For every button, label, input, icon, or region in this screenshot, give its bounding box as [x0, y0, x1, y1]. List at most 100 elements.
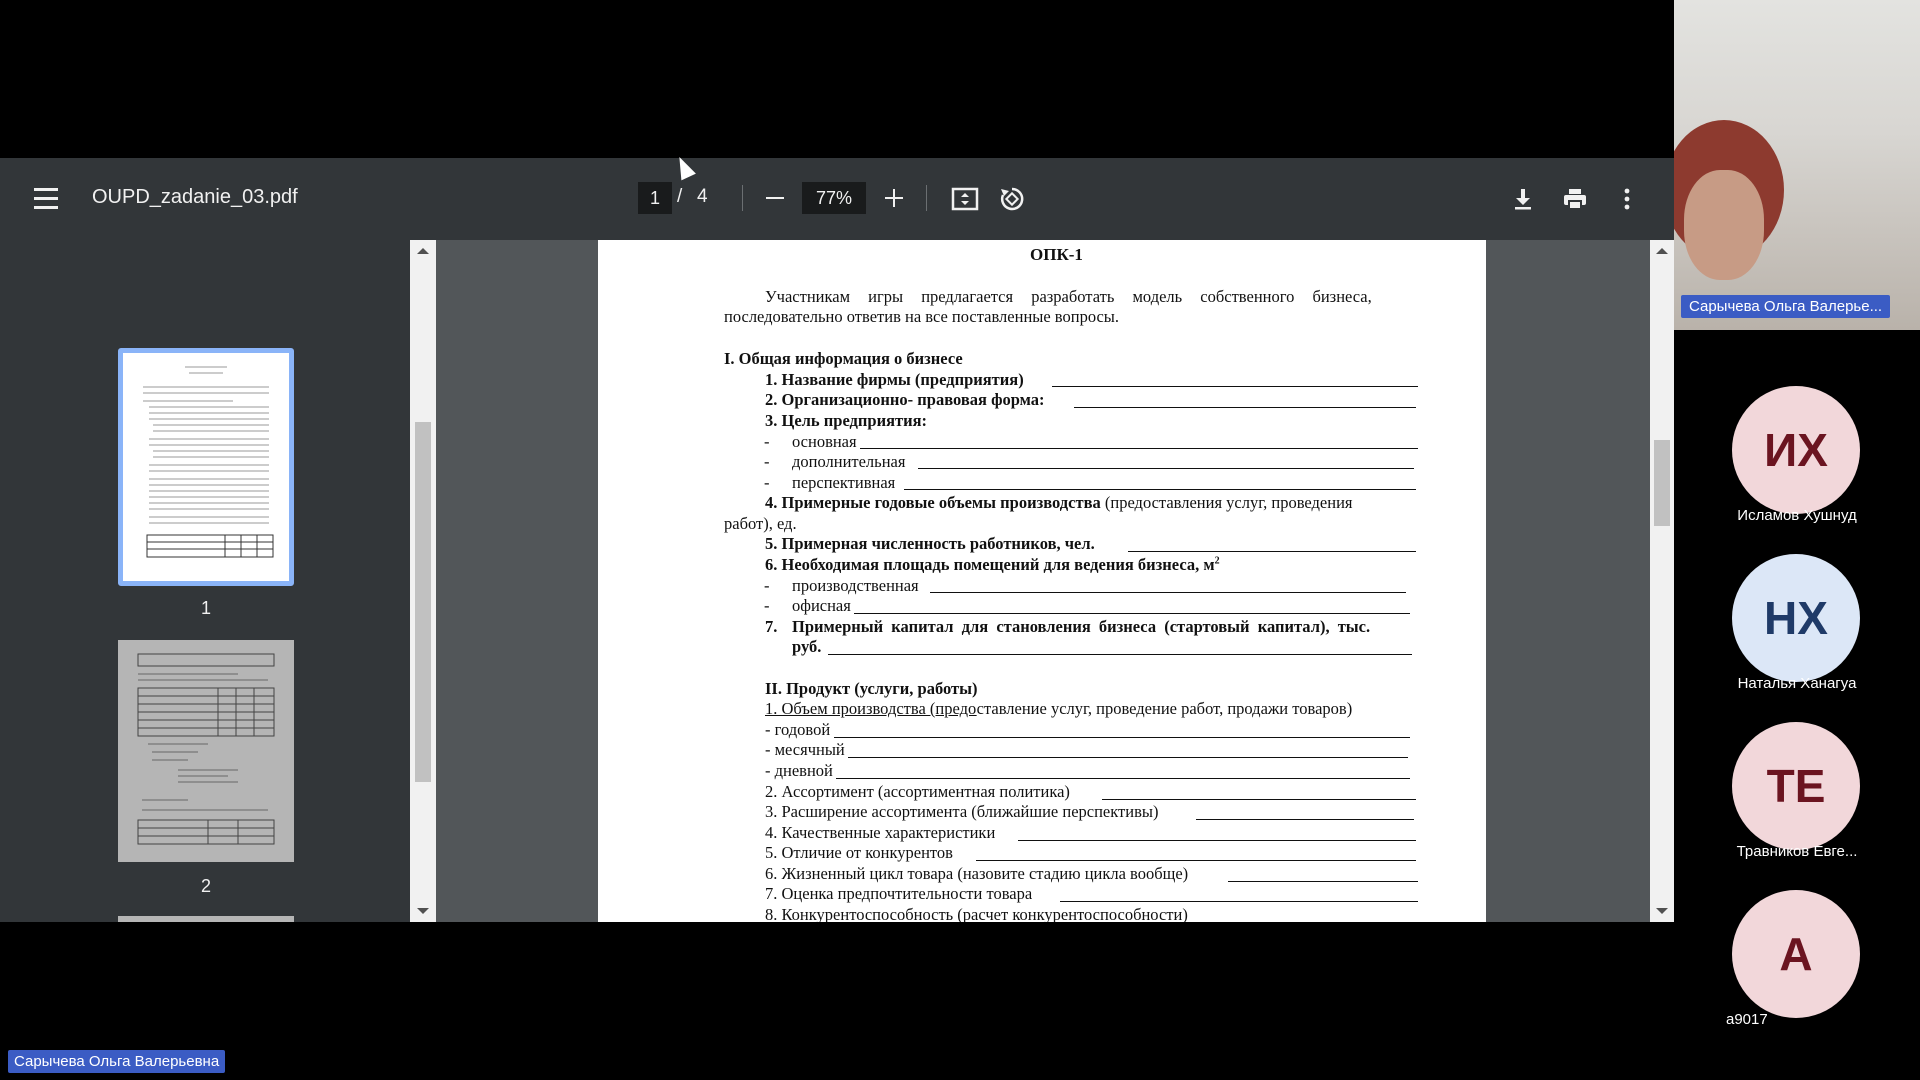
thumbnail-page-1-preview [123, 353, 289, 581]
answer-line [836, 778, 1410, 779]
item-1-5: 5. Примерная численность работников, чел… [765, 534, 1095, 553]
item-2-2: 2. Ассортимент (ассортиментная политика) [765, 782, 1070, 801]
zoom-out-button[interactable] [757, 180, 793, 216]
dash: - [764, 432, 770, 451]
menu-icon[interactable] [28, 180, 64, 216]
scroll-down-arrow-icon[interactable] [1656, 908, 1668, 914]
item-2-4: 4. Качественные характеристики [765, 823, 996, 842]
minus-icon [766, 197, 784, 199]
active-speaker-label: Сарычева Ольга Валерьевна [8, 1050, 226, 1073]
thumbnail-page-2-preview [118, 640, 294, 862]
item-2-1-underlined: 1. Объем производства (предо [765, 699, 977, 718]
scroll-up-arrow-icon[interactable] [1656, 248, 1668, 254]
item-1-6a: производственная [792, 576, 919, 595]
answer-line [1052, 386, 1418, 387]
answer-line [854, 613, 1410, 614]
dash: - [764, 576, 770, 595]
participant-avatar[interactable]: ИХ [1732, 386, 1860, 514]
dash: - [764, 473, 770, 492]
thumbnail-page-3[interactable] [118, 916, 294, 922]
document-heading: ОПК-1 [1030, 245, 1083, 264]
item-1-4-bold: 4. Примерные годовые объемы производства [765, 493, 1101, 512]
answer-line [834, 737, 1410, 738]
sidebar-scrollbar-thumb[interactable] [415, 422, 431, 782]
item-1-3a: основная [792, 432, 857, 451]
camera-name-label: Сарычева Ольга Валерье... [1681, 295, 1891, 318]
toolbar-divider [926, 185, 927, 211]
rotate-button[interactable] [993, 180, 1031, 218]
page-separator: / [677, 186, 683, 207]
item-1-6b: офисная [792, 596, 851, 615]
plus-icon [885, 189, 903, 207]
item-2-3: 3. Расширение ассортимента (ближайшие пе… [765, 802, 1159, 821]
item-1-7a: Примерный капитал для становления бизнес… [792, 617, 1371, 636]
scroll-down-arrow-icon[interactable] [417, 908, 429, 914]
thumbnail-page-1[interactable] [118, 348, 294, 586]
answer-line [930, 592, 1406, 593]
answer-line [1018, 840, 1416, 841]
item-1-6: 6. Необходимая площадь помещений для вед… [765, 555, 1220, 575]
kebab-dots [1624, 188, 1630, 210]
answer-line [1228, 881, 1418, 882]
camera-video-tile[interactable] [1674, 0, 1920, 330]
print-button[interactable] [1556, 180, 1594, 218]
pdf-page: ОПК-1 Участникам игры предлагается разра… [598, 240, 1486, 922]
answer-line [1060, 901, 1418, 902]
answer-line [1196, 819, 1414, 820]
toolbar-divider [742, 185, 743, 211]
item-2-1a: - годовой [765, 720, 831, 739]
thumbnail-label-2: 2 [200, 876, 211, 896]
fit-to-page-button[interactable] [946, 180, 984, 218]
more-options-icon[interactable] [1608, 180, 1646, 218]
item-1-4: 4. Примерные годовые объемы производства… [765, 493, 1353, 513]
item-2-6: 6. Жизненный цикл товара (назовите стади… [765, 864, 1189, 883]
answer-line [1102, 799, 1416, 800]
thumbnail-sidebar: 1 2 [0, 240, 412, 922]
item-2-7: 7. Оценка предпочтительности товара [765, 884, 1033, 903]
participant-avatar[interactable]: ТЕ [1732, 722, 1860, 850]
pdf-viewer: OUPD_zadanie_03.pdf 1 / 4 77% 1 2 ОПК-1 … [0, 158, 1674, 922]
zoom-in-button[interactable] [876, 180, 912, 216]
scroll-up-arrow-icon[interactable] [417, 248, 429, 254]
answer-line [918, 468, 1414, 469]
document-scrollbar[interactable] [1650, 240, 1674, 922]
item-1-7-num: 7. [765, 617, 778, 636]
file-name: OUPD_zadanie_03.pdf [92, 186, 298, 208]
rotate-icon [1000, 187, 1024, 211]
zoom-level-input[interactable]: 77% [802, 182, 866, 214]
section-2-title: II. Продукт (услуги, работы) [765, 679, 978, 698]
item-1-3c: перспективная [792, 473, 896, 492]
item-1-1: 1. Название фирмы (предприятия) [765, 370, 1024, 389]
participant-avatar[interactable]: А [1732, 890, 1860, 1018]
dash: - [764, 452, 770, 471]
answer-line [1128, 551, 1416, 552]
answer-line [828, 654, 1412, 655]
page-number-input[interactable]: 1 [638, 182, 672, 214]
participant-name: a9017 [1726, 1011, 1768, 1028]
answer-line [848, 757, 1408, 758]
participant-avatar[interactable]: НХ [1732, 554, 1860, 682]
answer-line [860, 448, 1418, 449]
intro-line-2: последовательно ответив на все поставлен… [724, 307, 1120, 326]
answer-line [904, 489, 1416, 490]
shared-screen: OUPD_zadanie_03.pdf 1 / 4 77% 1 2 ОПК-1 … [0, 0, 1674, 1080]
item-2-1c: - дневной [765, 761, 833, 780]
item-2-1: 1. Объем производства (предоставление ус… [765, 699, 1352, 719]
thumbnail-label-1: 1 [200, 598, 211, 618]
fit-page-icon [951, 187, 979, 211]
page-total: 4 [697, 186, 708, 207]
participant-name: Наталья Ханагуа [1737, 675, 1857, 692]
participant-name: Исламов Хушнуд [1737, 507, 1857, 524]
intro-line-1: Участникам игры предлагается разработать… [765, 287, 1372, 306]
dash: - [764, 596, 770, 615]
item-2-1b: - месячный [765, 740, 845, 759]
document-scrollbar-thumb[interactable] [1654, 440, 1670, 526]
thumbnail-page-2[interactable] [118, 640, 294, 862]
item-2-1-rest: ставление услуг, проведение работ, прода… [976, 699, 1353, 718]
document-area: ОПК-1 Участникам игры предлагается разра… [436, 240, 1656, 922]
print-icon [1564, 189, 1586, 210]
section-1-title: I. Общая информация о бизнесе [724, 349, 963, 368]
item-1-4-cont: работ), ед. [724, 514, 797, 533]
download-button[interactable] [1504, 180, 1542, 218]
thumbnail-page-3-preview [118, 916, 294, 922]
